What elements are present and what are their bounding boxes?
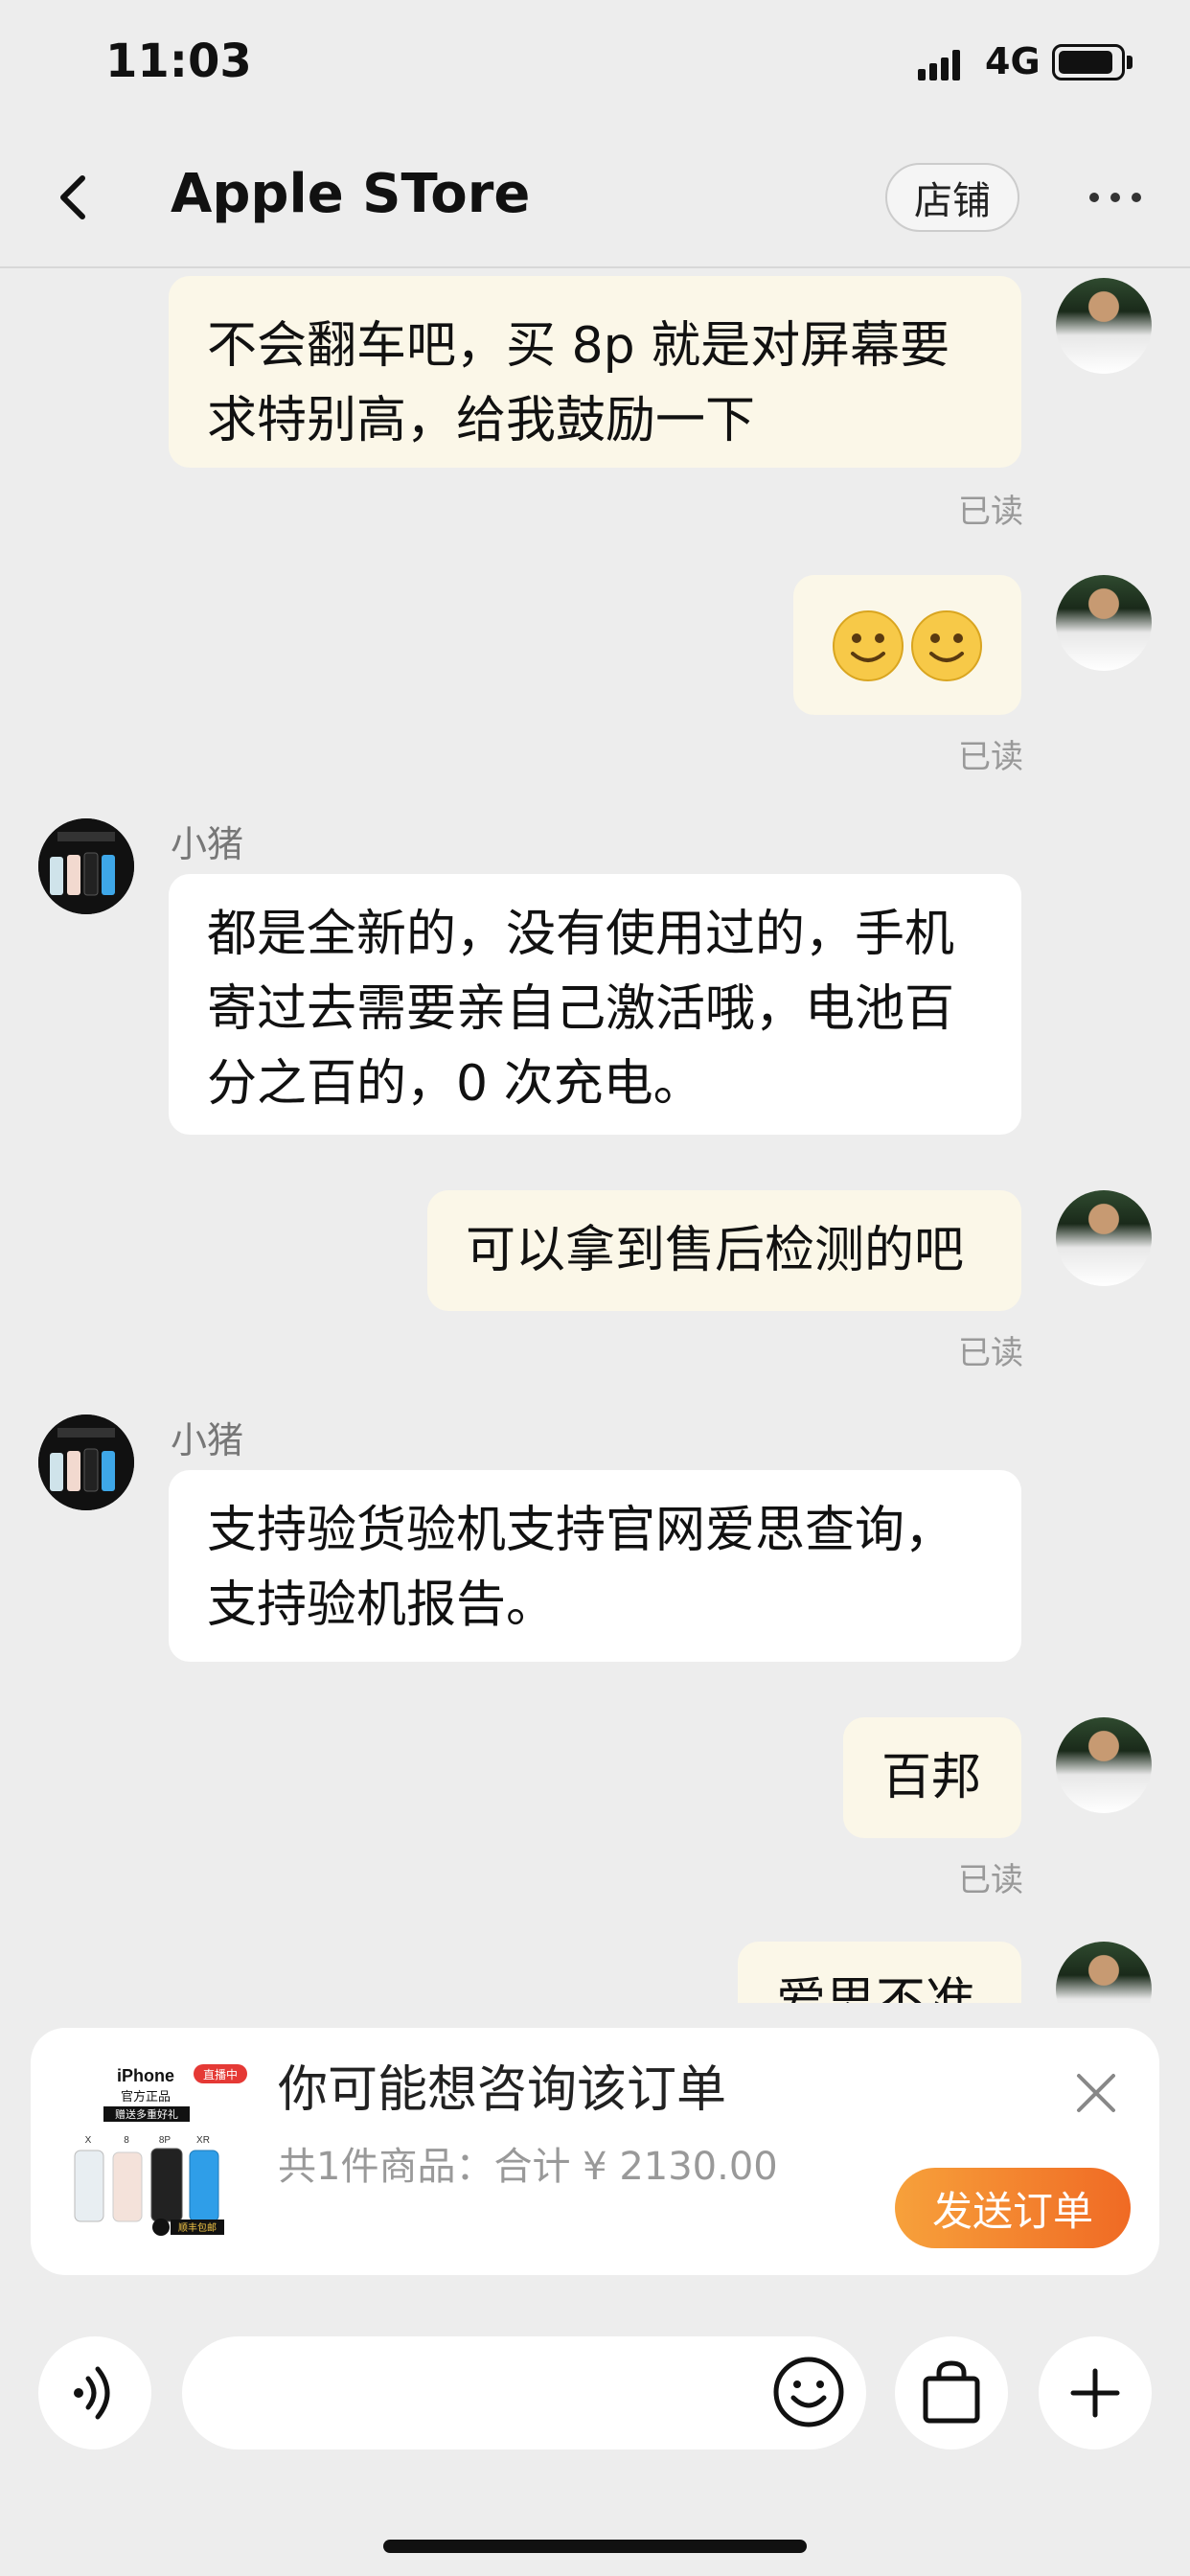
- thumb-badge: 直播中: [203, 2067, 238, 2082]
- contact-avatar[interactable]: [38, 818, 134, 914]
- smile-emoji-icon: [833, 610, 904, 681]
- home-indicator: [383, 2540, 807, 2553]
- chat-title: Apple STore: [171, 163, 531, 225]
- iphone-product-thumb: [38, 1414, 134, 1510]
- message-text-line: 不会翻车吧，买 8p 就是对屏幕要: [207, 317, 950, 375]
- read-receipt: 已读: [958, 1334, 1023, 1372]
- message-text: 爱思不准: [776, 1973, 976, 2003]
- message-text-line: 分之百的，0 次充电。: [207, 1055, 703, 1113]
- my-avatar[interactable]: [1056, 1190, 1152, 1286]
- message-text: 百邦: [881, 1749, 982, 1806]
- message-text-line: 支持验机报告。: [207, 1576, 557, 1634]
- battery-tip: [1127, 56, 1133, 69]
- status-time: 11:03: [105, 34, 252, 88]
- thumb-model-label: 8: [124, 2135, 129, 2146]
- message-text-line: 寄过去需要亲自己激活哦，电池百: [207, 980, 955, 1038]
- status-bar: 11:03 4G: [0, 0, 1190, 134]
- network-label: 4G: [985, 40, 1041, 82]
- my-avatar[interactable]: [1056, 1942, 1152, 2003]
- iphone-product-thumb: [38, 818, 134, 914]
- read-receipt: 已读: [958, 1861, 1023, 1899]
- input-bar: [0, 2300, 1190, 2576]
- message-input[interactable]: [182, 2336, 866, 2450]
- close-icon[interactable]: [1073, 2070, 1119, 2116]
- thumb-promo: 赠送多重好礼: [115, 2107, 178, 2121]
- read-receipt: 已读: [958, 738, 1023, 776]
- order-product-thumbnail: iPhone 直播中 官方正品 赠送多重好礼 X 8 8P XR 顺丰包邮: [59, 2049, 280, 2250]
- smile-emoji-icon: [911, 610, 982, 681]
- thumb-model-label: XR: [196, 2135, 210, 2146]
- store-button[interactable]: 店铺: [885, 163, 1019, 232]
- message-bubble-outgoing[interactable]: 爱思不准: [738, 1942, 1021, 2003]
- message-bubble-incoming[interactable]: 支持验货验机支持官网爱思查询， 支持验机报告。: [169, 1470, 1021, 1662]
- battery-icon: [1052, 44, 1125, 80]
- my-avatar[interactable]: [1056, 575, 1152, 671]
- message-bubble-outgoing[interactable]: 百邦: [843, 1717, 1021, 1838]
- message-bubble-incoming[interactable]: 都是全新的，没有使用过的，手机 寄过去需要亲自己激活哦，电池百 分之百的，0 次…: [169, 874, 1021, 1135]
- voice-button[interactable]: [38, 2336, 151, 2450]
- my-avatar[interactable]: [1056, 1717, 1152, 1813]
- voice-icon: [74, 2366, 110, 2420]
- sender-name: 小猪: [171, 823, 244, 865]
- more-icon[interactable]: [1087, 186, 1144, 209]
- thumb-model-label: X: [85, 2135, 92, 2146]
- more-actions-button[interactable]: [1039, 2336, 1152, 2450]
- plus-icon: [1070, 2368, 1120, 2418]
- message-text-line: 支持验货验机支持官网爱思查询，: [207, 1502, 955, 1559]
- back-arrow-icon[interactable]: [46, 169, 103, 226]
- chat-area[interactable]: 不会翻车吧，买 8p 就是对屏幕要 求特别高，给我鼓励一下 已读 已读 小猪 都: [0, 268, 1190, 2003]
- my-avatar[interactable]: [1056, 278, 1152, 374]
- message-bubble-outgoing[interactable]: 不会翻车吧，买 8p 就是对屏幕要 求特别高，给我鼓励一下: [169, 276, 1021, 468]
- contact-avatar[interactable]: [38, 1414, 134, 1510]
- nav-bar: Apple STore 店铺: [0, 134, 1190, 268]
- message-text-line: 都是全新的，没有使用过的，手机: [207, 906, 955, 963]
- shop-bag-button[interactable]: [895, 2336, 1008, 2450]
- message-text: 可以拿到售后检测的吧: [466, 1222, 965, 1279]
- signal-icon: [918, 50, 960, 80]
- message-text-line: 求特别高，给我鼓励一下: [207, 392, 756, 449]
- message-bubble-outgoing[interactable]: [793, 575, 1021, 715]
- sender-name: 小猪: [171, 1419, 244, 1461]
- thumb-model-label: 8P: [159, 2135, 172, 2146]
- thumb-shipping: 顺丰包邮: [178, 2221, 217, 2234]
- message-bubble-outgoing[interactable]: 可以拿到售后检测的吧: [427, 1190, 1021, 1311]
- order-card-title: 你可能想咨询该订单: [278, 2061, 727, 2119]
- shopping-bag-icon: [923, 2360, 980, 2424]
- order-suggestion-card[interactable]: iPhone 直播中 官方正品 赠送多重好礼 X 8 8P XR 顺丰包邮 你可…: [31, 2028, 1159, 2275]
- send-order-button[interactable]: 发送订单: [895, 2168, 1131, 2248]
- thumb-brand: iPhone: [117, 2066, 174, 2085]
- order-card-summary: 共1件商品：合计 ¥ 2130.00: [278, 2145, 778, 2189]
- emoji-icon[interactable]: [770, 2354, 847, 2430]
- thumb-sub: 官方正品: [121, 2089, 171, 2104]
- read-receipt: 已读: [958, 493, 1023, 531]
